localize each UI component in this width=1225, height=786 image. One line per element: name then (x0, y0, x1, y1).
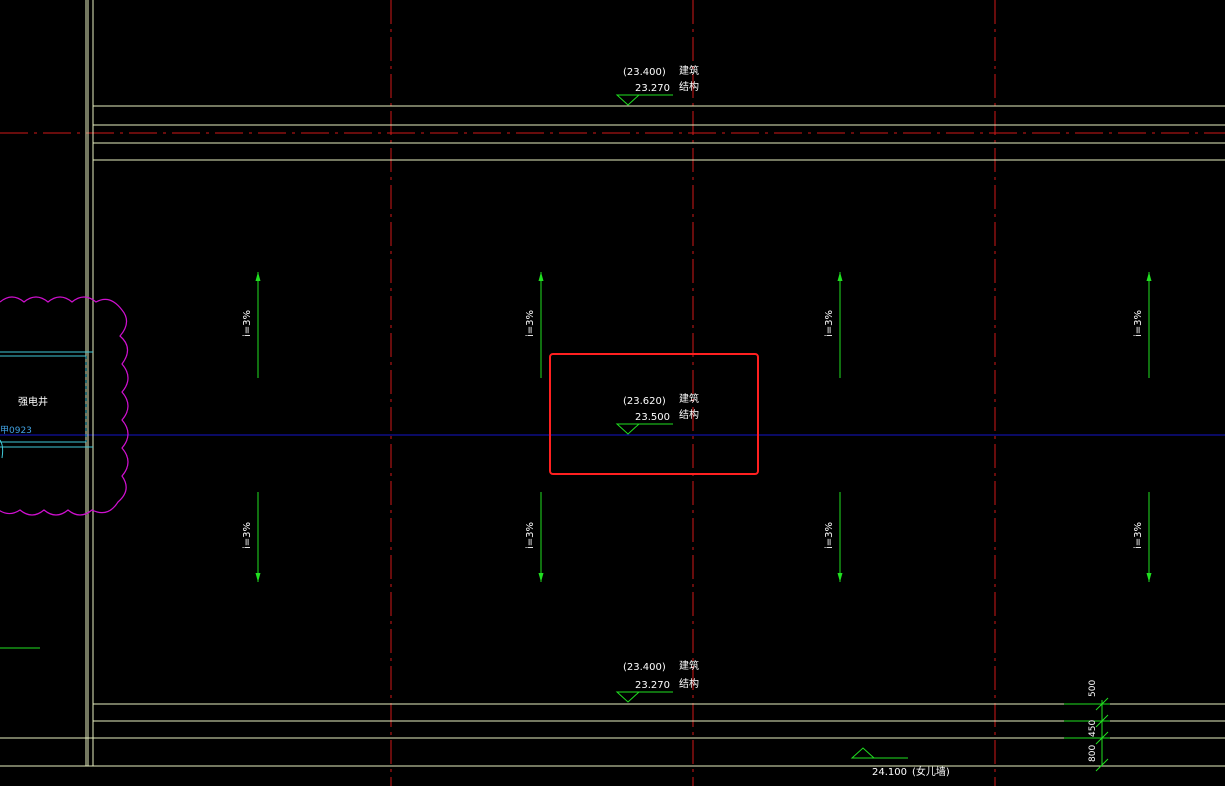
slope-label: i=3% (824, 310, 835, 337)
slope-label: i=3% (525, 522, 536, 549)
parapet-label: (女儿墙) (912, 765, 950, 778)
arch-label: 建筑 (679, 64, 699, 77)
slope-label: i=3% (1133, 310, 1144, 337)
slope-label: i=3% (525, 310, 536, 337)
struct-elevation-value: 23.270 (635, 83, 670, 94)
slope-label: i=3% (1133, 522, 1144, 549)
struct-elevation-value: 23.270 (635, 680, 670, 691)
dimension-800: 800 (1088, 745, 1098, 762)
slope-label: i=3% (824, 522, 835, 549)
dimension-500: 500 (1088, 680, 1098, 697)
slope-label: i=3% (242, 310, 253, 337)
struct-elevation-value: 23.500 (635, 412, 670, 423)
slope-label: i=3% (242, 522, 253, 549)
cad-drawing-canvas[interactable]: 强电井 甲0923 (23.400) 23.270 建筑 结构 (23.620)… (0, 0, 1225, 786)
arch-elevation-value: (23.400) (623, 67, 666, 78)
door-tag: 甲0923 (0, 425, 32, 436)
struct-label: 结构 (679, 677, 699, 690)
struct-label: 结构 (679, 408, 699, 421)
parapet-elevation-value: 24.100 (872, 767, 907, 778)
arch-label: 建筑 (679, 659, 699, 672)
arch-elevation-value: (23.620) (623, 396, 666, 407)
room-name: 强电井 (18, 395, 48, 408)
dimension-450: 450 (1088, 720, 1098, 737)
arch-elevation-value: (23.400) (623, 662, 666, 673)
struct-label: 结构 (679, 80, 699, 93)
arch-label: 建筑 (679, 392, 699, 405)
